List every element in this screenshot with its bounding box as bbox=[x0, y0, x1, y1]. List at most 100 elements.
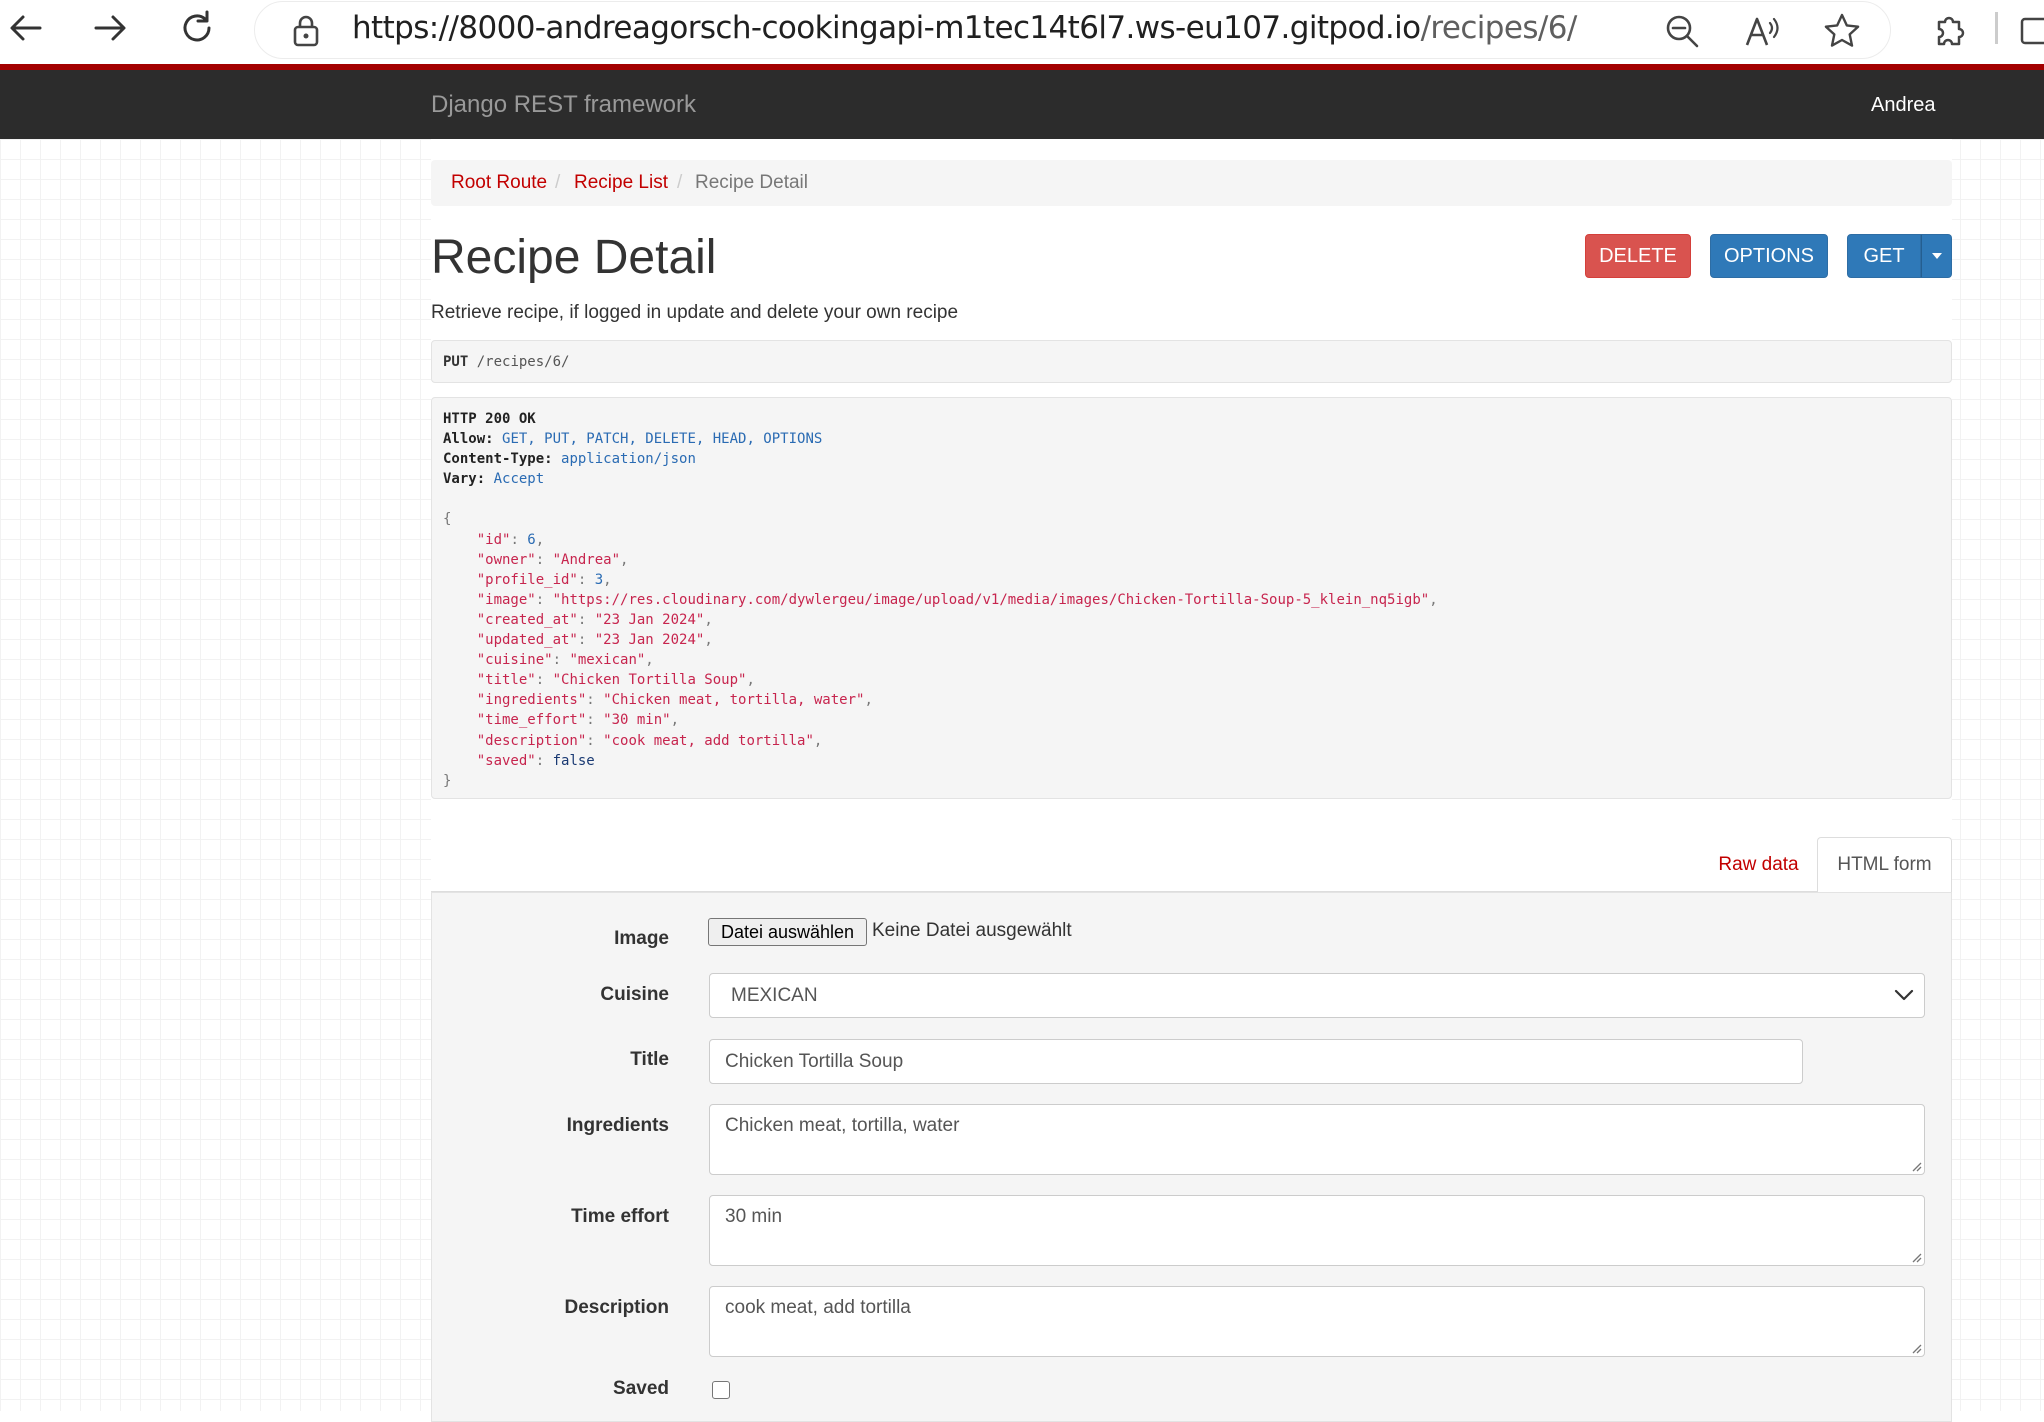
url-text[interactable]: https://8000-andreagorsch-cookingapi-m1t… bbox=[352, 8, 1577, 48]
json-value: 3 bbox=[594, 571, 604, 588]
json-field: "id": 6, bbox=[476, 531, 545, 548]
get-format-dropdown[interactable] bbox=[1921, 234, 1952, 278]
breadcrumb-root-route[interactable]: Root Route bbox=[451, 171, 547, 195]
back-button[interactable] bbox=[0, 2, 52, 54]
favorite-star-icon[interactable] bbox=[1817, 6, 1867, 56]
delete-button[interactable]: DELETE bbox=[1585, 234, 1691, 278]
read-aloud-icon[interactable] bbox=[1738, 6, 1788, 56]
breadcrumb-recipe-detail: Recipe Detail bbox=[695, 172, 808, 193]
request-method: PUT bbox=[443, 354, 469, 370]
reload-icon bbox=[183, 10, 211, 42]
response-status: HTTP 200 OK bbox=[443, 411, 536, 427]
response-header-name: Vary: bbox=[443, 471, 486, 488]
json-value: 6 bbox=[527, 531, 536, 548]
json-field: "owner": "Andrea", bbox=[476, 551, 629, 568]
json-value: "Andrea" bbox=[552, 551, 621, 568]
url-path: /recipes/6/ bbox=[1420, 10, 1578, 46]
json-field: "time_effort": "30 min", bbox=[476, 712, 680, 729]
json-key: "id" bbox=[476, 531, 511, 548]
json-field: "updated_at": "23 Jan 2024", bbox=[476, 632, 713, 649]
json-value: "https://res.cloudinary.com/dywlergeu/im… bbox=[552, 591, 1430, 608]
json-value: "Chicken meat, tortilla, water" bbox=[603, 692, 865, 709]
options-button[interactable]: OPTIONS bbox=[1710, 234, 1828, 278]
breadcrumb-separator: / bbox=[555, 172, 561, 193]
response-header-value: application/json bbox=[561, 451, 696, 468]
request-path: /recipes/6/ bbox=[476, 354, 570, 370]
forward-button[interactable] bbox=[84, 2, 136, 54]
json-key: "profile_id" bbox=[476, 571, 578, 588]
title-input[interactable]: Chicken Tortilla Soup bbox=[709, 1039, 1803, 1084]
json-key: "image" bbox=[476, 591, 536, 608]
json-key: "cuisine" bbox=[476, 652, 553, 669]
resize-handle-icon[interactable] bbox=[1910, 1342, 1922, 1354]
json-value: "23 Jan 2024" bbox=[594, 632, 705, 649]
ingredients-label: Ingredients bbox=[566, 1115, 669, 1136]
time-effort-textarea[interactable]: 30 min bbox=[709, 1195, 1925, 1266]
json-value: "30 min" bbox=[603, 712, 671, 729]
json-field: "ingredients": "Chicken meat, tortilla, … bbox=[476, 692, 873, 709]
response-header-value: GET, PUT, PATCH, DELETE, HEAD, OPTIONS bbox=[502, 431, 823, 448]
time-effort-label: Time effort bbox=[571, 1206, 669, 1227]
breadcrumb-recipe-list[interactable]: Recipe List bbox=[574, 171, 668, 195]
file-status: Keine Datei ausgewählt bbox=[872, 920, 1072, 941]
lock-icon[interactable] bbox=[290, 12, 322, 48]
breadcrumb-separator: / bbox=[677, 172, 683, 193]
json-value: "mexican" bbox=[569, 652, 646, 669]
toolbar-divider bbox=[1995, 12, 1998, 44]
tab-raw-data[interactable]: Raw data bbox=[1701, 838, 1816, 892]
extensions-icon[interactable] bbox=[1924, 6, 1974, 56]
forward-icon bbox=[94, 15, 126, 41]
request-line: PUT /recipes/6/ bbox=[443, 353, 569, 371]
response-header-value: Accept bbox=[493, 471, 545, 488]
navbar-user[interactable]: Andrea bbox=[1871, 93, 1936, 117]
description-textarea[interactable]: cook meat, add tortilla bbox=[709, 1286, 1925, 1357]
json-field: "saved": false bbox=[476, 752, 595, 769]
resize-handle-icon[interactable] bbox=[1910, 1160, 1922, 1172]
json-field: "cuisine": "mexican", bbox=[476, 652, 654, 669]
json-close-brace: } bbox=[443, 772, 452, 789]
image-label: Image bbox=[614, 928, 669, 949]
response-header-name: Allow: bbox=[443, 431, 494, 448]
json-key: "description" bbox=[476, 732, 587, 749]
json-value: false bbox=[552, 752, 595, 769]
description-label: Description bbox=[564, 1297, 669, 1318]
json-field: "created_at": "23 Jan 2024", bbox=[476, 611, 713, 628]
sidebar-icon[interactable] bbox=[2018, 6, 2044, 56]
description-value: cook meat, add tortilla bbox=[725, 1297, 911, 1318]
json-field: "description": "cook meat, add tortilla"… bbox=[476, 732, 823, 749]
cuisine-selected-value: MEXICAN bbox=[731, 984, 818, 1006]
response-header-name: Content-Type: bbox=[443, 451, 553, 468]
response-body: HTTP 200 OK Allow: GET, PUT, PATCH, DELE… bbox=[443, 409, 1438, 791]
caret-down-icon bbox=[1931, 253, 1942, 259]
cuisine-select[interactable]: MEXICAN bbox=[709, 973, 1925, 1018]
json-key: "time_effort" bbox=[476, 712, 587, 729]
saved-label: Saved bbox=[613, 1378, 669, 1399]
json-value: "cook meat, add tortilla" bbox=[603, 732, 814, 749]
navbar bbox=[0, 70, 2044, 139]
chevron-down-icon bbox=[1894, 989, 1914, 1001]
tab-html-form[interactable]: HTML form bbox=[1817, 837, 1952, 893]
navbar-brand[interactable]: Django REST framework bbox=[431, 91, 696, 119]
saved-checkbox[interactable] bbox=[712, 1381, 730, 1399]
json-key: "title" bbox=[476, 672, 536, 689]
json-field: "title": "Chicken Tortilla Soup", bbox=[476, 672, 755, 689]
json-field: "profile_id": 3, bbox=[476, 571, 612, 588]
json-key: "ingredients" bbox=[476, 692, 587, 709]
json-open-brace: { bbox=[443, 511, 452, 528]
json-value: "23 Jan 2024" bbox=[594, 611, 705, 628]
resize-handle-icon[interactable] bbox=[1910, 1251, 1922, 1263]
url-host: https://8000-andreagorsch-cookingapi-m1t… bbox=[352, 10, 1421, 46]
title-input-value: Chicken Tortilla Soup bbox=[725, 1050, 904, 1072]
back-icon bbox=[10, 15, 42, 41]
cuisine-label: Cuisine bbox=[600, 984, 669, 1005]
ingredients-textarea[interactable]: Chicken meat, tortilla, water bbox=[709, 1104, 1925, 1175]
reload-button[interactable] bbox=[171, 2, 223, 54]
title-label: Title bbox=[630, 1049, 669, 1070]
choose-file-button[interactable]: Datei auswählen bbox=[708, 918, 867, 946]
get-button[interactable]: GET bbox=[1847, 234, 1921, 278]
request-info bbox=[431, 340, 1952, 383]
json-field: "image": "https://res.cloudinary.com/dyw… bbox=[476, 591, 1438, 608]
json-key: "updated_at" bbox=[476, 632, 578, 649]
zoom-out-icon[interactable] bbox=[1657, 6, 1707, 56]
json-value: "Chicken Tortilla Soup" bbox=[552, 672, 747, 689]
